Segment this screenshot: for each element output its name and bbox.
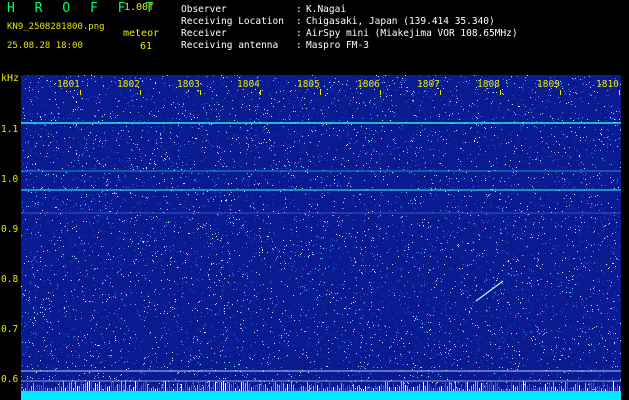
version-label: 1.00f bbox=[124, 2, 155, 13]
y-tick-label: 0.6 bbox=[1, 374, 19, 385]
x-tick-mark bbox=[619, 90, 620, 95]
x-tick-label: 1806 bbox=[357, 79, 380, 90]
x-tick-label: 1805 bbox=[297, 79, 320, 90]
info-separator: : bbox=[296, 28, 302, 39]
y-tick-label: 1.1 bbox=[1, 124, 19, 135]
y-tick-label: 1.0 bbox=[1, 174, 19, 185]
info-label: Observer bbox=[181, 4, 227, 15]
x-tick-mark bbox=[320, 90, 321, 95]
info-value: Maspro FM-3 bbox=[306, 40, 369, 51]
y-axis-unit: kHz bbox=[1, 73, 20, 84]
noise-texture bbox=[21, 75, 621, 400]
info-value: K.Nagai bbox=[306, 4, 347, 15]
x-tick-mark bbox=[560, 90, 561, 95]
x-tick-label: 1808 bbox=[477, 79, 500, 90]
meteor-counter-value: 61 bbox=[140, 41, 153, 52]
x-tick-label: 1803 bbox=[177, 79, 200, 90]
y-tick-label: 0.7 bbox=[1, 324, 19, 335]
info-label: Receiver bbox=[181, 28, 227, 39]
y-tick-label: 0.8 bbox=[1, 274, 19, 285]
x-tick-label: 1801 bbox=[57, 79, 80, 90]
header-panel: H R O F F T 1.00f KN9_2508281800.png met… bbox=[0, 0, 629, 72]
bottom-signal-band bbox=[21, 381, 621, 400]
x-tick-mark bbox=[260, 90, 261, 95]
info-separator: : bbox=[296, 16, 302, 27]
x-tick-mark bbox=[80, 90, 81, 95]
x-tick-mark bbox=[140, 90, 141, 95]
info-label: Receiving antenna bbox=[181, 40, 279, 51]
x-tick-label: 1810 bbox=[596, 79, 619, 90]
y-tick-label: 0.9 bbox=[1, 224, 19, 235]
info-value: AirSpy mini (Miakejima VOR 108.65MHz) bbox=[306, 28, 518, 39]
info-label: Receiving Location bbox=[181, 16, 284, 27]
info-separator: : bbox=[296, 4, 302, 15]
meteor-echo-trace bbox=[475, 280, 504, 302]
x-tick-label: 1807 bbox=[417, 79, 440, 90]
x-tick-mark bbox=[200, 90, 201, 95]
x-tick-label: 1809 bbox=[537, 79, 560, 90]
info-value: Chigasaki, Japan (139.414 35.340) bbox=[306, 16, 495, 27]
filename-label: KN9_2508281800.png bbox=[7, 22, 105, 32]
meteor-counter-label: meteor bbox=[123, 28, 160, 39]
x-tick-label: 1804 bbox=[237, 79, 260, 90]
x-tick-mark bbox=[500, 90, 501, 95]
spectrogram-plot bbox=[21, 75, 621, 400]
x-tick-label: 1802 bbox=[117, 79, 140, 90]
datetime-label: 25.08.28 18:00 bbox=[7, 41, 83, 51]
info-separator: : bbox=[296, 40, 302, 51]
x-tick-mark bbox=[440, 90, 441, 95]
x-tick-mark bbox=[380, 90, 381, 95]
spectrogram-canvas bbox=[21, 75, 621, 400]
